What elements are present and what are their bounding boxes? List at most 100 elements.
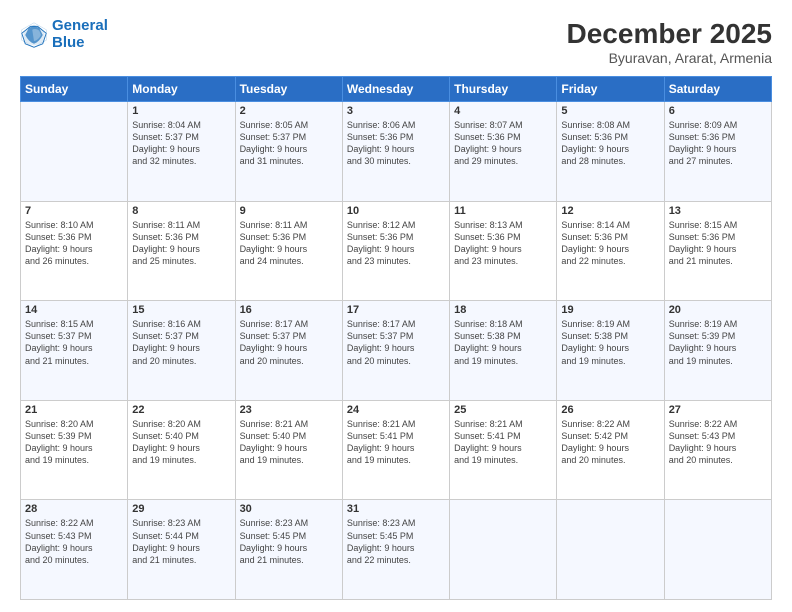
day-number: 7 <box>25 205 123 217</box>
calendar-cell: 10Sunrise: 8:12 AM Sunset: 5:36 PM Dayli… <box>342 201 449 301</box>
main-title: December 2025 <box>567 18 772 50</box>
day-info: Sunrise: 8:14 AM Sunset: 5:36 PM Dayligh… <box>561 219 659 268</box>
day-info: Sunrise: 8:22 AM Sunset: 5:42 PM Dayligh… <box>561 418 659 467</box>
day-info: Sunrise: 8:22 AM Sunset: 5:43 PM Dayligh… <box>25 517 123 566</box>
calendar-cell: 21Sunrise: 8:20 AM Sunset: 5:39 PM Dayli… <box>21 400 128 500</box>
calendar-cell <box>557 500 664 600</box>
logo: General Blue <box>20 18 108 51</box>
calendar-week-row: 1Sunrise: 8:04 AM Sunset: 5:37 PM Daylig… <box>21 102 772 202</box>
day-info: Sunrise: 8:06 AM Sunset: 5:36 PM Dayligh… <box>347 119 445 168</box>
calendar-cell: 9 Sunrise: 8:11 AM Sunset: 5:36 PM Daylig… <box>235 201 342 301</box>
day-info: Sunrise: 8:22 AM Sunset: 5:43 PM Dayligh… <box>669 418 767 467</box>
day-number: 12 <box>561 205 659 217</box>
calendar-cell: 27 Sunrise: 8:22 AM Sunset: 5:43 PM Dayli… <box>664 400 771 500</box>
calendar-week-row: 21Sunrise: 8:20 AM Sunset: 5:39 PM Dayli… <box>21 400 772 500</box>
calendar-header-saturday: Saturday <box>664 77 771 102</box>
subtitle: Byuravan, Ararat, Armenia <box>567 50 772 66</box>
calendar-header-friday: Friday <box>557 77 664 102</box>
calendar-cell: 18Sunrise: 8:18 AM Sunset: 5:38 PM Dayli… <box>450 301 557 401</box>
calendar-header-wednesday: Wednesday <box>342 77 449 102</box>
day-number: 20 <box>669 304 767 316</box>
day-number: 17 <box>347 304 445 316</box>
day-info: Sunrise: 8:15 AM Sunset: 5:37 PM Dayligh… <box>25 318 123 367</box>
calendar-cell: 17 Sunrise: 8:17 AM Sunset: 5:37 PM Dayli… <box>342 301 449 401</box>
calendar-cell: 3 Sunrise: 8:06 AM Sunset: 5:36 PM Daylig… <box>342 102 449 202</box>
calendar-week-row: 28 Sunrise: 8:22 AM Sunset: 5:43 PM Dayli… <box>21 500 772 600</box>
calendar-cell: 24 Sunrise: 8:21 AM Sunset: 5:41 PM Dayli… <box>342 400 449 500</box>
calendar-cell: 15Sunrise: 8:16 AM Sunset: 5:37 PM Dayli… <box>128 301 235 401</box>
title-block: December 2025 Byuravan, Ararat, Armenia <box>567 18 772 66</box>
calendar-cell: 13 Sunrise: 8:15 AM Sunset: 5:36 PM Dayli… <box>664 201 771 301</box>
day-number: 11 <box>454 205 552 217</box>
day-number: 13 <box>669 205 767 217</box>
day-number: 15 <box>132 304 230 316</box>
calendar-header-tuesday: Tuesday <box>235 77 342 102</box>
day-number: 28 <box>25 503 123 515</box>
day-number: 16 <box>240 304 338 316</box>
calendar-header-thursday: Thursday <box>450 77 557 102</box>
day-info: Sunrise: 8:21 AM Sunset: 5:41 PM Dayligh… <box>454 418 552 467</box>
calendar-header-sunday: Sunday <box>21 77 128 102</box>
calendar-cell: 8Sunrise: 8:11 AM Sunset: 5:36 PM Daylig… <box>128 201 235 301</box>
day-info: Sunrise: 8:07 AM Sunset: 5:36 PM Dayligh… <box>454 119 552 168</box>
calendar-cell: 25 Sunrise: 8:21 AM Sunset: 5:41 PM Dayli… <box>450 400 557 500</box>
calendar-cell: 30Sunrise: 8:23 AM Sunset: 5:45 PM Dayli… <box>235 500 342 600</box>
calendar-cell: 4Sunrise: 8:07 AM Sunset: 5:36 PM Daylig… <box>450 102 557 202</box>
day-info: Sunrise: 8:15 AM Sunset: 5:36 PM Dayligh… <box>669 219 767 268</box>
day-info: Sunrise: 8:13 AM Sunset: 5:36 PM Dayligh… <box>454 219 552 268</box>
calendar-header-row: SundayMondayTuesdayWednesdayThursdayFrid… <box>21 77 772 102</box>
day-number: 29 <box>132 503 230 515</box>
calendar-header-monday: Monday <box>128 77 235 102</box>
logo-text: General Blue <box>52 18 108 51</box>
day-info: Sunrise: 8:21 AM Sunset: 5:41 PM Dayligh… <box>347 418 445 467</box>
calendar-cell: 23Sunrise: 8:21 AM Sunset: 5:40 PM Dayli… <box>235 400 342 500</box>
calendar-cell: 12 Sunrise: 8:14 AM Sunset: 5:36 PM Dayli… <box>557 201 664 301</box>
calendar-cell: 31 Sunrise: 8:23 AM Sunset: 5:45 PM Dayli… <box>342 500 449 600</box>
day-info: Sunrise: 8:09 AM Sunset: 5:36 PM Dayligh… <box>669 119 767 168</box>
day-info: Sunrise: 8:12 AM Sunset: 5:36 PM Dayligh… <box>347 219 445 268</box>
day-number: 9 <box>240 205 338 217</box>
day-number: 30 <box>240 503 338 515</box>
day-info: Sunrise: 8:17 AM Sunset: 5:37 PM Dayligh… <box>240 318 338 367</box>
calendar-cell: 26 Sunrise: 8:22 AM Sunset: 5:42 PM Dayli… <box>557 400 664 500</box>
calendar-cell: 29 Sunrise: 8:23 AM Sunset: 5:44 PM Dayli… <box>128 500 235 600</box>
calendar-cell: 20 Sunrise: 8:19 AM Sunset: 5:39 PM Dayli… <box>664 301 771 401</box>
day-number: 22 <box>132 404 230 416</box>
day-number: 31 <box>347 503 445 515</box>
calendar-week-row: 7 Sunrise: 8:10 AM Sunset: 5:36 PM Daylig… <box>21 201 772 301</box>
day-number: 1 <box>132 105 230 117</box>
day-number: 8 <box>132 205 230 217</box>
day-number: 24 <box>347 404 445 416</box>
header: General Blue December 2025 Byuravan, Ara… <box>20 18 772 66</box>
calendar-week-row: 14 Sunrise: 8:15 AM Sunset: 5:37 PM Dayli… <box>21 301 772 401</box>
day-info: Sunrise: 8:20 AM Sunset: 5:39 PM Dayligh… <box>25 418 123 467</box>
day-info: Sunrise: 8:08 AM Sunset: 5:36 PM Dayligh… <box>561 119 659 168</box>
calendar-cell: 22Sunrise: 8:20 AM Sunset: 5:40 PM Dayli… <box>128 400 235 500</box>
calendar-cell: 6 Sunrise: 8:09 AM Sunset: 5:36 PM Daylig… <box>664 102 771 202</box>
day-number: 14 <box>25 304 123 316</box>
day-info: Sunrise: 8:18 AM Sunset: 5:38 PM Dayligh… <box>454 318 552 367</box>
logo-line1: General <box>52 18 108 35</box>
page: General Blue December 2025 Byuravan, Ara… <box>0 0 792 612</box>
day-number: 6 <box>669 105 767 117</box>
day-info: Sunrise: 8:23 AM Sunset: 5:44 PM Dayligh… <box>132 517 230 566</box>
day-info: Sunrise: 8:11 AM Sunset: 5:36 PM Dayligh… <box>240 219 338 268</box>
day-number: 26 <box>561 404 659 416</box>
day-number: 27 <box>669 404 767 416</box>
calendar-table: SundayMondayTuesdayWednesdayThursdayFrid… <box>20 76 772 600</box>
logo-line2: Blue <box>52 35 108 52</box>
day-number: 3 <box>347 105 445 117</box>
calendar-cell: 7 Sunrise: 8:10 AM Sunset: 5:36 PM Daylig… <box>21 201 128 301</box>
calendar-cell: 5Sunrise: 8:08 AM Sunset: 5:36 PM Daylig… <box>557 102 664 202</box>
day-info: Sunrise: 8:19 AM Sunset: 5:39 PM Dayligh… <box>669 318 767 367</box>
calendar-cell: 16 Sunrise: 8:17 AM Sunset: 5:37 PM Dayli… <box>235 301 342 401</box>
day-number: 25 <box>454 404 552 416</box>
day-info: Sunrise: 8:23 AM Sunset: 5:45 PM Dayligh… <box>347 517 445 566</box>
day-info: Sunrise: 8:19 AM Sunset: 5:38 PM Dayligh… <box>561 318 659 367</box>
day-info: Sunrise: 8:10 AM Sunset: 5:36 PM Dayligh… <box>25 219 123 268</box>
calendar-cell: 28 Sunrise: 8:22 AM Sunset: 5:43 PM Dayli… <box>21 500 128 600</box>
day-info: Sunrise: 8:17 AM Sunset: 5:37 PM Dayligh… <box>347 318 445 367</box>
calendar-cell: 11 Sunrise: 8:13 AM Sunset: 5:36 PM Dayli… <box>450 201 557 301</box>
calendar-cell <box>664 500 771 600</box>
day-number: 2 <box>240 105 338 117</box>
